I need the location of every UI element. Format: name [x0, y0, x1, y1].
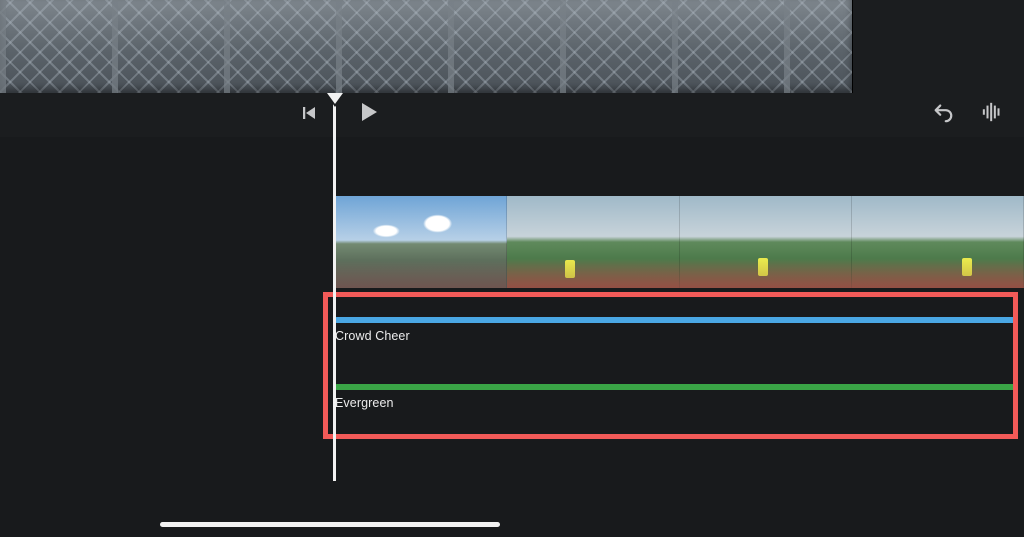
audio-track[interactable]: Crowd Cheer	[335, 317, 1017, 343]
home-indicator	[160, 522, 500, 527]
audio-track[interactable]: Evergreen	[335, 384, 1017, 410]
audio-track-label: Evergreen	[335, 396, 1017, 410]
undo-icon	[930, 101, 956, 123]
play-icon	[356, 100, 380, 124]
audio-bar	[335, 317, 1017, 323]
play-button[interactable]	[353, 97, 383, 127]
video-clip[interactable]	[507, 196, 679, 288]
video-clip[interactable]	[335, 196, 507, 288]
skip-back-icon	[300, 104, 318, 122]
video-clip[interactable]	[852, 196, 1024, 288]
undo-button[interactable]	[930, 101, 958, 125]
waveform-icon	[980, 101, 1004, 123]
audio-track-label: Crowd Cheer	[335, 329, 1017, 343]
audio-settings-button[interactable]	[980, 101, 1008, 125]
video-clip[interactable]	[680, 196, 852, 288]
skip-back-button[interactable]	[297, 101, 321, 125]
video-clip-row[interactable]	[335, 196, 1024, 288]
audio-bar	[335, 384, 1017, 390]
preview-side-blank	[853, 0, 1024, 93]
transport-toolbar	[0, 93, 1024, 137]
preview-frame	[0, 0, 853, 93]
